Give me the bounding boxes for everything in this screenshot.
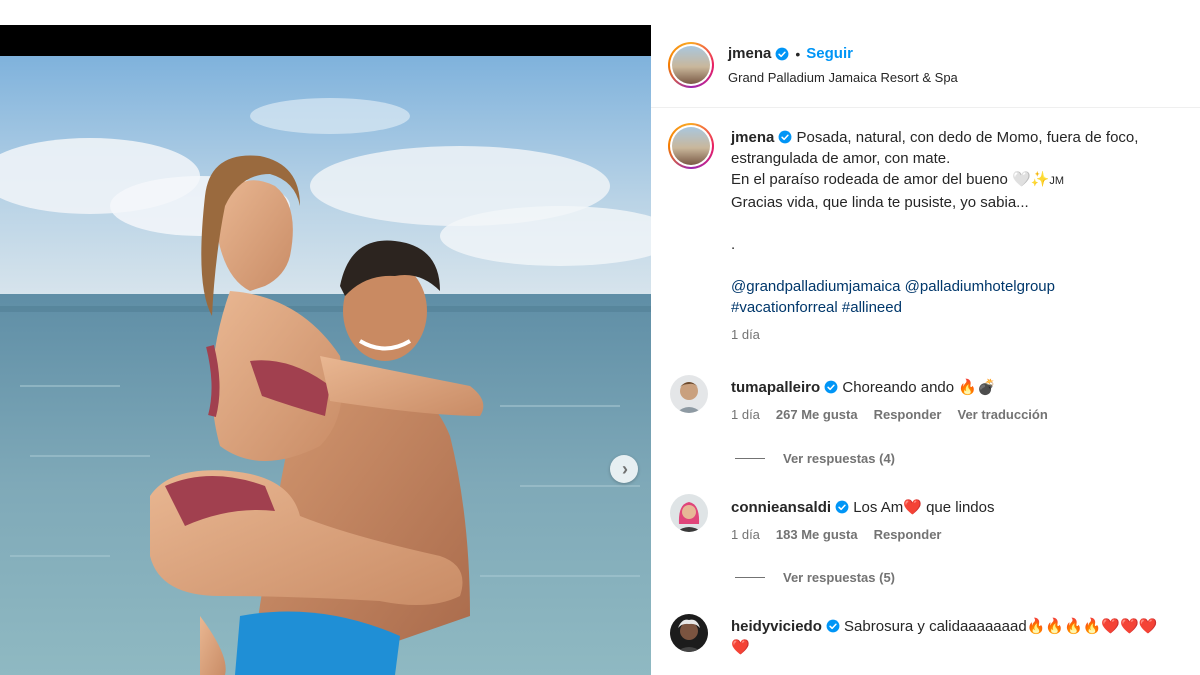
comment-time[interactable]: 1 día <box>731 407 760 422</box>
media-letterbox <box>0 25 651 56</box>
hashtag-link[interactable]: #vacationforreal <box>731 299 838 316</box>
view-replies-button[interactable]: Ver respuestas (5) <box>735 570 895 585</box>
view-replies-label: Ver respuestas (4) <box>783 451 896 466</box>
comment-time[interactable]: 1 día <box>731 527 760 542</box>
caption-timestamp[interactable]: 1 día <box>731 327 1191 342</box>
caption-line-1: Posada, natural, con dedo de Momo, fuera… <box>796 129 1139 146</box>
post-caption: jmena Posada, natural, con dedo de Momo,… <box>731 127 1191 342</box>
mention-link[interactable]: @palladiumhotelgroup <box>905 278 1055 295</box>
post-photo[interactable] <box>0 56 651 675</box>
comment-text: que lindos <box>926 499 995 516</box>
verified-badge-icon <box>826 619 840 633</box>
verified-badge-icon <box>778 130 792 144</box>
commenter-avatar[interactable] <box>670 375 708 413</box>
translate-button[interactable]: Ver traducción <box>957 407 1047 422</box>
reply-button[interactable]: Responder <box>874 407 942 422</box>
verified-badge-icon <box>835 500 849 514</box>
caption-author-avatar[interactable] <box>668 123 714 169</box>
comment-text: Choreando ando <box>842 379 955 396</box>
caption-line-2: estrangulada de amor, con mate. <box>731 150 951 167</box>
view-replies-button[interactable]: Ver respuestas (4) <box>735 451 895 466</box>
commenter-avatar[interactable] <box>670 614 708 652</box>
verified-badge-icon <box>824 380 838 394</box>
comment-emoji-wrap: ❤️ <box>731 639 750 656</box>
verified-badge-icon <box>775 47 789 60</box>
comment-username[interactable]: heidyviciedo <box>731 618 822 635</box>
mention-link[interactable]: @grandpalladiumjamaica <box>731 278 900 295</box>
comment: connieansaldi Los Am❤️ que lindos 1 día … <box>731 497 1191 542</box>
comment: tumapalleiro Choreando ando 🔥💣 1 día 267… <box>731 377 1191 422</box>
divider-line <box>735 458 765 459</box>
post-location[interactable]: Grand Palladium Jamaica Resort & Spa <box>728 70 958 85</box>
comment-likes[interactable]: 267 Me gusta <box>776 407 858 422</box>
comment-likes[interactable]: 183 Me gusta <box>776 527 858 542</box>
caption-line-4: Gracias vida, que linda te pusiste, yo s… <box>731 194 1029 211</box>
comment: heidyviciedo Sabrosura y calidaaaaaaad🔥🔥… <box>731 616 1191 658</box>
caption-signature: JM <box>1049 175 1065 187</box>
caption-username[interactable]: jmena <box>731 129 774 146</box>
separator-dot: • <box>795 45 801 62</box>
chevron-right-icon: › <box>622 459 628 479</box>
view-replies-label: Ver respuestas (5) <box>783 570 896 585</box>
hashtag-link[interactable]: #allineed <box>842 299 902 316</box>
comment-emoji: ❤️ <box>903 499 922 516</box>
comment-username[interactable]: connieansaldi <box>731 499 831 516</box>
next-image-button[interactable]: › <box>610 455 638 483</box>
post-sidebar: jmena • Seguir Grand Palladium Jamaica R… <box>651 25 1200 675</box>
follow-button[interactable]: Seguir <box>806 45 853 62</box>
author-avatar[interactable] <box>668 42 714 88</box>
divider-line <box>735 577 765 578</box>
instagram-post-page: › jmena • Seguir Grand Palladium Jamaica… <box>0 0 1200 675</box>
caption-dot: . <box>731 236 736 253</box>
comment-username[interactable]: tumapalleiro <box>731 379 820 396</box>
post-media: › <box>0 25 651 675</box>
reply-button[interactable]: Responder <box>874 527 942 542</box>
comment-text: Sabrosura y calidaaaaaaad <box>844 618 1027 635</box>
caption-line-3: En el paraíso rodeada de amor del bueno <box>731 171 1008 188</box>
comment-text: Los Am <box>853 499 904 516</box>
comment-emoji: 🔥🔥🔥🔥❤️❤️❤️ <box>1026 618 1158 635</box>
comment-emoji: 🔥💣 <box>958 379 996 396</box>
post-header: jmena • Seguir Grand Palladium Jamaica R… <box>651 25 1200 108</box>
header-title-row: jmena • Seguir <box>728 45 853 62</box>
commenter-avatar[interactable] <box>670 494 708 532</box>
caption-emoji: 🤍✨ <box>1012 171 1050 188</box>
author-username[interactable]: jmena <box>728 45 771 62</box>
